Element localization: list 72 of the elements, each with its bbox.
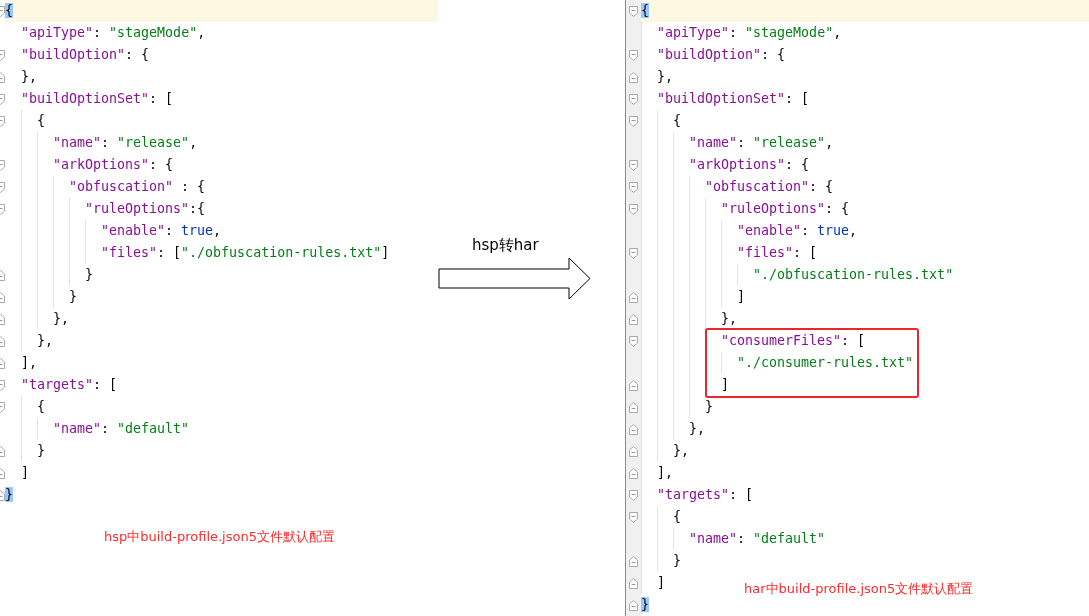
- code-line: "name": "release",: [689, 134, 834, 152]
- code-line: "obfuscation" : {: [69, 178, 206, 196]
- code-line: {: [37, 398, 45, 416]
- fold-marker-icon[interactable]: [629, 203, 638, 215]
- fold-marker-icon[interactable]: [629, 599, 638, 611]
- code-line: "ruleOptions": {: [721, 200, 850, 218]
- code-line: {: [37, 112, 45, 130]
- code-line: },: [689, 420, 705, 438]
- code-line: },: [37, 332, 53, 350]
- code-line: }: [37, 442, 45, 460]
- code-line: "enable": true,: [737, 222, 858, 240]
- code-line: {: [673, 112, 681, 130]
- code-line: "targets": [: [657, 486, 754, 504]
- code-line: "arkOptions": {: [53, 156, 174, 174]
- fold-marker-icon[interactable]: [629, 181, 638, 193]
- fold-marker-icon[interactable]: [629, 555, 638, 567]
- code-line: ],: [21, 354, 37, 372]
- code-line: "buildOptionSet": [: [657, 90, 810, 108]
- code-line: "ruleOptions":{: [85, 200, 206, 218]
- code-line: "arkOptions": {: [689, 156, 810, 174]
- code-line: "enable": true,: [101, 222, 222, 240]
- code-line: "./obfuscation-rules.txt": [753, 266, 954, 284]
- fold-marker-icon[interactable]: [629, 401, 638, 413]
- code-line: "files": ["./obfuscation-rules.txt"]: [101, 244, 390, 262]
- fold-marker-icon[interactable]: [629, 445, 638, 457]
- code-line: "name": "release",: [53, 134, 198, 152]
- code-line: "targets": [: [21, 376, 118, 394]
- caption-text: har中build-profile.json5文件默认配置: [744, 580, 974, 598]
- code-line: "buildOptionSet": [: [21, 90, 174, 108]
- fold-marker-icon[interactable]: [629, 247, 638, 259]
- fold-marker-icon[interactable]: [629, 291, 638, 303]
- code-line: },: [721, 310, 737, 328]
- code-line: "buildOption": {: [21, 46, 150, 64]
- fold-marker-icon[interactable]: [629, 379, 638, 391]
- code-line: "files": [: [737, 244, 818, 262]
- code-line: ]: [21, 464, 29, 482]
- code-line: "apiType": "stageMode",: [657, 24, 842, 42]
- code-line: "name": "default": [53, 420, 190, 438]
- fold-marker-icon[interactable]: [629, 93, 638, 105]
- code-line: {: [673, 508, 681, 526]
- fold-marker-icon[interactable]: [629, 423, 638, 435]
- code-line: ],: [657, 464, 673, 482]
- fold-marker-icon[interactable]: [629, 5, 638, 17]
- code-line: },: [53, 310, 69, 328]
- code-line: },: [21, 68, 37, 86]
- fold-marker-icon[interactable]: [629, 313, 638, 325]
- code-line: "consumerFiles": [: [721, 332, 866, 350]
- code-line: "apiType": "stageMode",: [21, 24, 206, 42]
- code-line: }: [705, 398, 713, 416]
- code-line: ]: [657, 574, 665, 592]
- fold-marker-icon[interactable]: [629, 49, 638, 61]
- fold-marker-icon[interactable]: [629, 159, 638, 171]
- fold-marker-icon[interactable]: [629, 115, 638, 127]
- fold-marker-icon[interactable]: [629, 467, 638, 479]
- code-line: "name": "default": [689, 530, 826, 548]
- code-line: ]: [737, 288, 745, 306]
- code-line: }: [85, 266, 93, 284]
- fold-marker-icon[interactable]: [629, 489, 638, 501]
- code-line: "./consumer-rules.txt": [737, 354, 914, 372]
- code-line: "obfuscation": {: [705, 178, 834, 196]
- fold-marker-icon[interactable]: [629, 511, 638, 523]
- arrow-label: hsp转har: [472, 236, 539, 255]
- code-line: "buildOption": {: [657, 46, 786, 64]
- code-line: }: [69, 288, 77, 306]
- fold-marker-icon[interactable]: [629, 335, 638, 347]
- caption-text: hsp中build-profile.json5文件默认配置: [104, 528, 336, 546]
- code-line: ]: [721, 376, 729, 394]
- fold-marker-icon[interactable]: [629, 71, 638, 83]
- code-line: }: [673, 552, 681, 570]
- code-line: },: [657, 68, 673, 86]
- code-line: },: [673, 442, 689, 460]
- fold-marker-icon[interactable]: [629, 577, 638, 589]
